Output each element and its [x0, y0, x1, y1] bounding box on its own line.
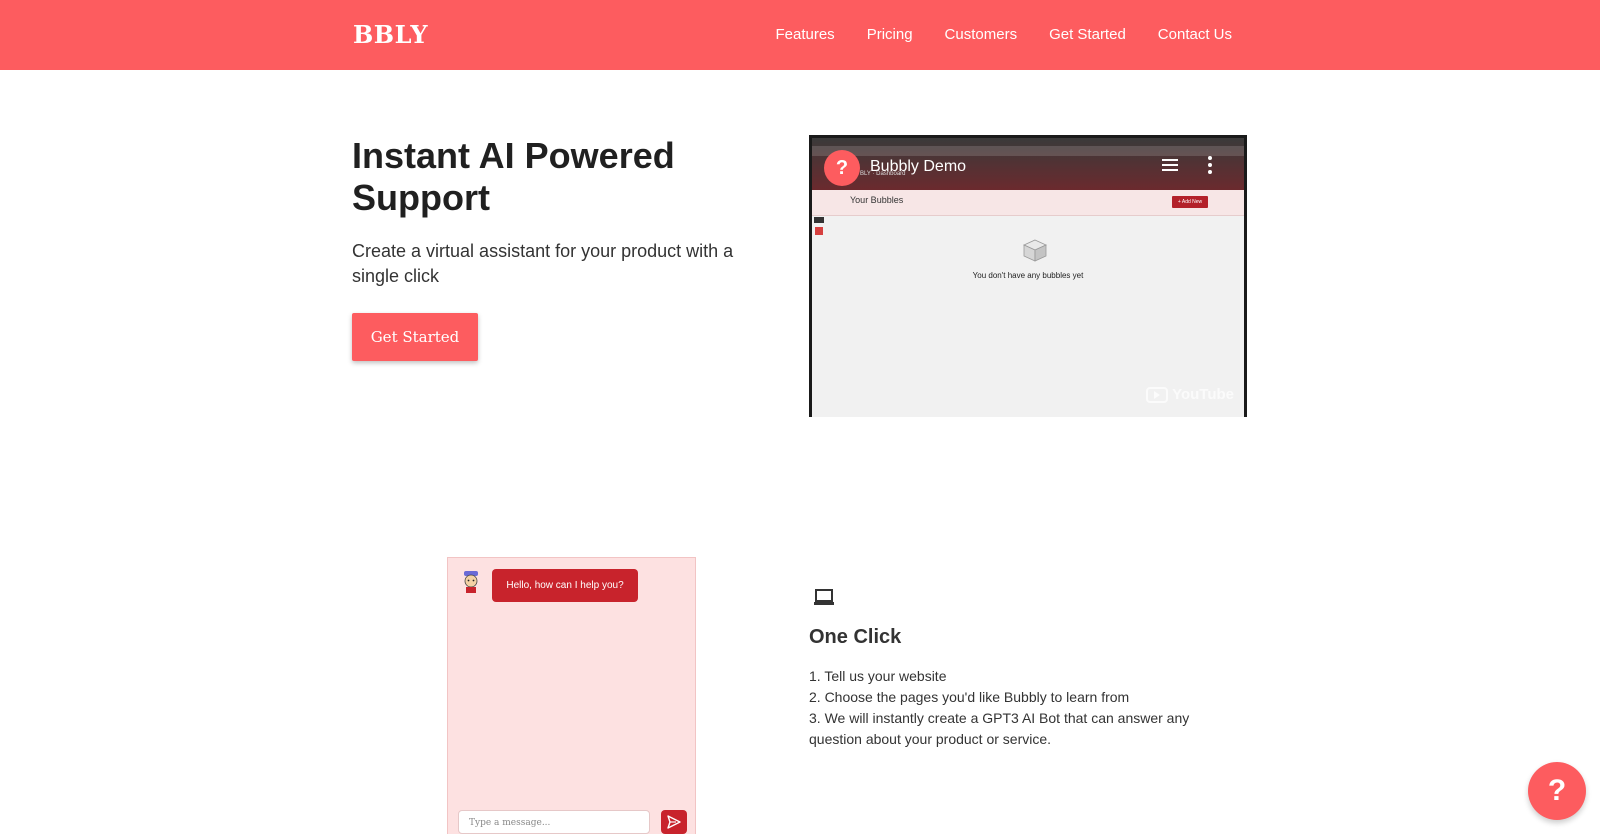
more-vertical-icon[interactable] — [1208, 156, 1212, 174]
laptop-icon — [814, 589, 834, 605]
queue-icon[interactable] — [1162, 159, 1178, 173]
feature-step: 2. Choose the pages you'd like Bubbly to… — [809, 689, 1130, 705]
chat-greeting-bubble: Hello, how can I help you? — [492, 569, 638, 602]
nav-pricing[interactable]: Pricing — [867, 24, 913, 46]
video-your-bubbles: Your Bubbles — [850, 195, 904, 205]
chat-widget-preview: Hello, how can I help you? Type a messag… — [447, 557, 696, 834]
video-browser-strip — [812, 146, 1244, 156]
main-nav: Features Pricing Customers Get Started C… — [743, 24, 1232, 46]
feature-title: One Click — [809, 626, 902, 648]
video-empty-message: You don't have any bubbles yet — [972, 271, 1084, 280]
video-add-new-button: + Add New — [1172, 196, 1208, 208]
send-icon — [667, 815, 681, 829]
feature-step: 1. Tell us your website — [809, 668, 947, 684]
logo[interactable]: BBLY — [353, 20, 428, 49]
top-navigation-bar: BBLY Features Pricing Customers Get Star… — [0, 0, 1600, 70]
hero-subtitle: Create a virtual assistant for your prod… — [352, 241, 734, 286]
box-icon — [1023, 239, 1047, 262]
video-sidebar-marker-red — [815, 227, 823, 235]
help-chat-button[interactable]: ? — [1528, 762, 1586, 820]
send-button[interactable] — [661, 810, 687, 834]
youtube-logo[interactable]: YouTube — [1146, 386, 1234, 403]
video-frame: ? Bubbly Demo BLY · Dashboard Your Bubbl… — [812, 138, 1244, 417]
youtube-play-icon — [1146, 386, 1169, 403]
chat-message-input[interactable]: Type a message... — [458, 810, 650, 834]
get-started-button[interactable]: Get Started — [352, 313, 478, 361]
video-sidebar-marker — [814, 217, 824, 223]
hero-title: Instant AI Powered Support — [352, 135, 675, 218]
avatar — [464, 571, 478, 593]
youtube-wordmark: YouTube — [1172, 386, 1234, 403]
channel-avatar[interactable]: ? — [824, 150, 860, 186]
nav-features[interactable]: Features — [775, 24, 834, 46]
nav-contact-us[interactable]: Contact Us — [1158, 24, 1232, 46]
demo-video-embed[interactable]: ? Bubbly Demo BLY · Dashboard Your Bubbl… — [809, 135, 1247, 417]
nav-customers[interactable]: Customers — [945, 24, 1018, 46]
feature-steps: 1. Tell us your website 2. Choose the pa… — [809, 666, 1229, 750]
nav-get-started[interactable]: Get Started — [1049, 24, 1126, 46]
feature-step: 3. We will instantly create a GPT3 AI Bo… — [809, 710, 1190, 747]
video-dashboard-label: BLY · Dashboard — [860, 171, 906, 177]
